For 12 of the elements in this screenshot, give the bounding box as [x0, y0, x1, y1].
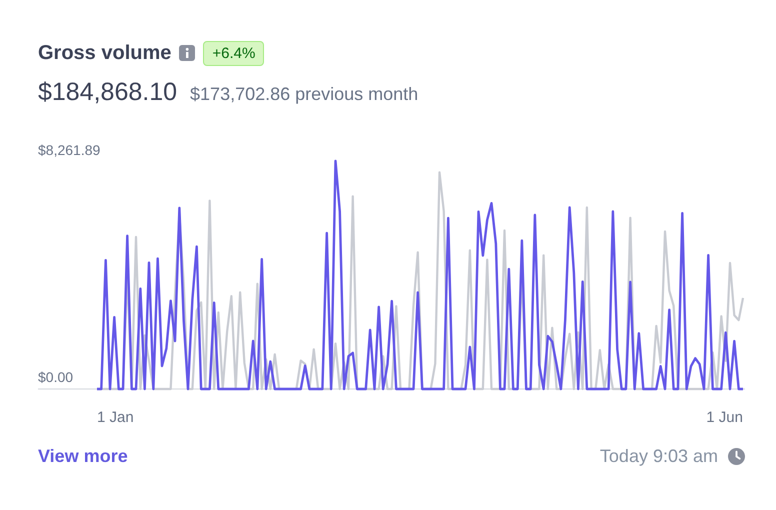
clock-icon	[728, 448, 745, 465]
axis-label: $0.00	[38, 369, 74, 385]
change-badge: +6.4%	[203, 40, 264, 66]
card-title: Gross volume	[38, 42, 172, 64]
axis-label: $8,261.89	[38, 142, 100, 158]
updated-time: Today 9:03 am	[600, 446, 718, 467]
total-amount: $184,868.10	[38, 78, 178, 107]
view-more-link[interactable]: View more	[38, 446, 128, 467]
previous-amount: $173,702.86 previous month	[190, 84, 418, 105]
info-icon[interactable]	[179, 45, 196, 61]
axis-label: 1 Jan	[97, 409, 134, 426]
axis-label: 1 Jun	[706, 409, 743, 426]
